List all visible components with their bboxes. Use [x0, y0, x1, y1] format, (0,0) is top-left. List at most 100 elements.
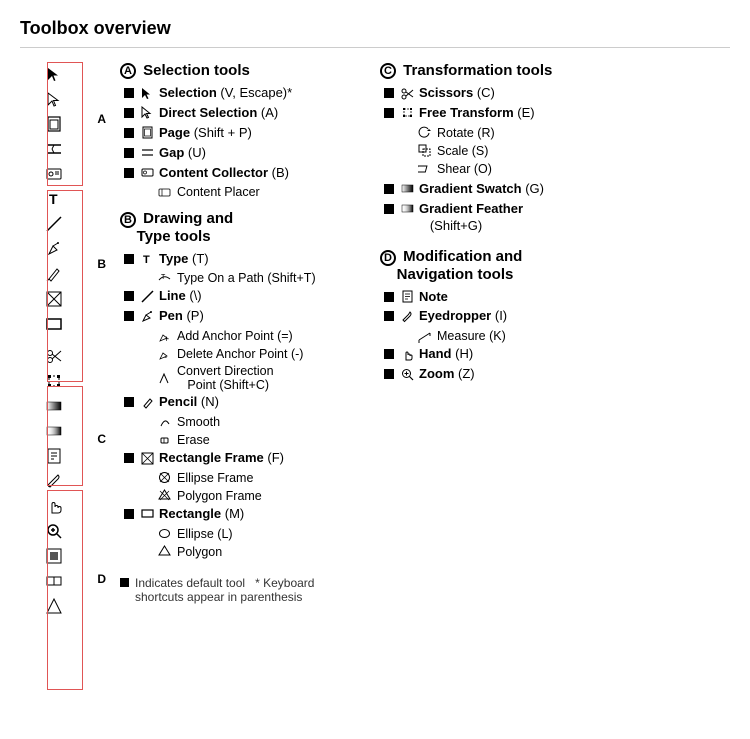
footer-bullet [120, 578, 129, 587]
eyedropper-icon [399, 308, 415, 324]
col-right: C Transformation tools Scissors (C) Free [380, 62, 730, 618]
selection-icon [139, 85, 155, 101]
add-anchor-icon: + [156, 328, 172, 344]
tool-item-line: Line (\) [120, 288, 360, 305]
tool-item-rectangle: Rectangle (M) [120, 506, 360, 523]
bullet-page [124, 128, 134, 138]
ellipse-frame-icon [156, 470, 172, 486]
zoom-label: Zoom (Z) [419, 366, 475, 383]
selection-label: Selection (V, Escape)* [159, 85, 292, 102]
pen-icon [139, 308, 155, 324]
pen-label: Pen (P) [159, 308, 204, 325]
bullet-gap [124, 148, 134, 158]
footer-note: Indicates default tool * Keyboard shortc… [120, 576, 360, 604]
note-label: Note [419, 289, 448, 306]
sub-item-add-anchor: + Add Anchor Point (=) [120, 328, 360, 344]
convert-direction-label: Convert Direction Point (Shift+C) [177, 364, 274, 392]
tool-item-gradient-swatch: Gradient Swatch (G) [380, 181, 730, 198]
tool-item-type: T Type (T) [120, 251, 360, 268]
svg-text:T: T [161, 274, 166, 281]
bullet-eyedropper [384, 311, 394, 321]
line-label: Line (\) [159, 288, 202, 305]
letter-circle-b: B [120, 212, 136, 228]
gradient-feather-icon [399, 201, 415, 217]
gradient-feather-label: Gradient Feather (Shift+G) [419, 201, 523, 235]
bullet-pencil [124, 397, 134, 407]
page: Toolbox overview A B C D [0, 0, 750, 739]
bullet-rect-frame [124, 453, 134, 463]
svg-text:T: T [143, 254, 150, 265]
scissors-icon [399, 85, 415, 101]
page-title: Toolbox overview [20, 18, 730, 48]
bullet-scissors [384, 88, 394, 98]
footer-text: Indicates default tool * Keyboard shortc… [135, 576, 360, 604]
convert-direction-icon [156, 370, 172, 386]
section-box-c [47, 386, 83, 486]
tool-item-zoom: Zoom (Z) [380, 366, 730, 383]
label-a: A [97, 112, 106, 126]
tool-item-note: Note [380, 289, 730, 306]
bullet-content-collector [124, 168, 134, 178]
sub-item-rotate: Rotate (R) [380, 125, 730, 141]
toolbox-sidebar: A B C D [20, 62, 110, 618]
tool-item-eyedropper: Eyedropper (I) [380, 308, 730, 325]
section-header-drawing: B Drawing and Type tools [120, 210, 360, 244]
bullet-pen [124, 311, 134, 321]
section-header-modification: D Modification and Navigation tools [380, 248, 730, 282]
add-anchor-label: Add Anchor Point (=) [177, 329, 293, 343]
section-box-a [47, 62, 83, 186]
bullet-direct-selection [124, 108, 134, 118]
rotate-icon [416, 125, 432, 141]
polygon-frame-label: Polygon Frame [177, 489, 262, 503]
smooth-icon [156, 414, 172, 430]
content-collector-icon [139, 165, 155, 181]
tool-item-content-collector: Content Collector (B) [120, 165, 360, 182]
pencil-label: Pencil (N) [159, 394, 219, 411]
letter-circle-d: D [380, 250, 396, 266]
type-icon: T [139, 251, 155, 267]
measure-label: Measure (K) [437, 329, 506, 343]
rectangle-label: Rectangle (M) [159, 506, 244, 523]
sub-item-polygon-frame: Polygon Frame [120, 488, 360, 504]
sub-item-ellipse-frame: Ellipse Frame [120, 470, 360, 486]
label-c: C [97, 432, 106, 446]
bullet-type [124, 254, 134, 264]
type-on-path-icon: T [156, 270, 172, 286]
gap-label: Gap (U) [159, 145, 206, 162]
measure-icon [416, 328, 432, 344]
sub-item-smooth: Smooth [120, 414, 360, 430]
col-left: A Selection tools Selection (V, Escape)* [120, 62, 360, 618]
content-collector-label: Content Collector (B) [159, 165, 289, 182]
section-box-b [47, 190, 83, 382]
tool-item-gap: Gap (U) [120, 145, 360, 162]
scissors-label: Scissors (C) [419, 85, 495, 102]
bullet-free-transform [384, 108, 394, 118]
section-header-selection: A Selection tools [120, 62, 360, 79]
tool-item-rect-frame: Rectangle Frame (F) [120, 450, 360, 467]
gap-icon [139, 145, 155, 161]
tool-item-gradient-feather: Gradient Feather (Shift+G) [380, 201, 730, 235]
bullet-hand [384, 349, 394, 359]
tool-item-page: Page (Shift + P) [120, 125, 360, 142]
sub-item-type-on-path: T Type On a Path (Shift+T) [120, 270, 360, 286]
line-icon [139, 288, 155, 304]
shear-label: Shear (O) [437, 162, 492, 176]
sub-item-delete-anchor: - Delete Anchor Point (-) [120, 346, 360, 362]
delete-anchor-icon: - [156, 346, 172, 362]
erase-label: Erase [177, 433, 210, 447]
section-header-transformation: C Transformation tools [380, 62, 730, 79]
sub-item-content-placer: Content Placer [120, 184, 360, 200]
bullet-line [124, 291, 134, 301]
free-transform-label: Free Transform (E) [419, 105, 535, 122]
svg-text:+: + [164, 334, 169, 343]
direct-selection-label: Direct Selection (A) [159, 105, 278, 122]
hand-icon [399, 346, 415, 362]
sub-item-scale: Scale (S) [380, 143, 730, 159]
polygon-icon [156, 544, 172, 560]
ellipse-label: Ellipse (L) [177, 527, 233, 541]
page-icon [139, 125, 155, 141]
letter-circle-a: A [120, 63, 136, 79]
sub-item-shear: Shear (O) [380, 161, 730, 177]
direct-selection-icon [139, 105, 155, 121]
bullet-zoom [384, 369, 394, 379]
